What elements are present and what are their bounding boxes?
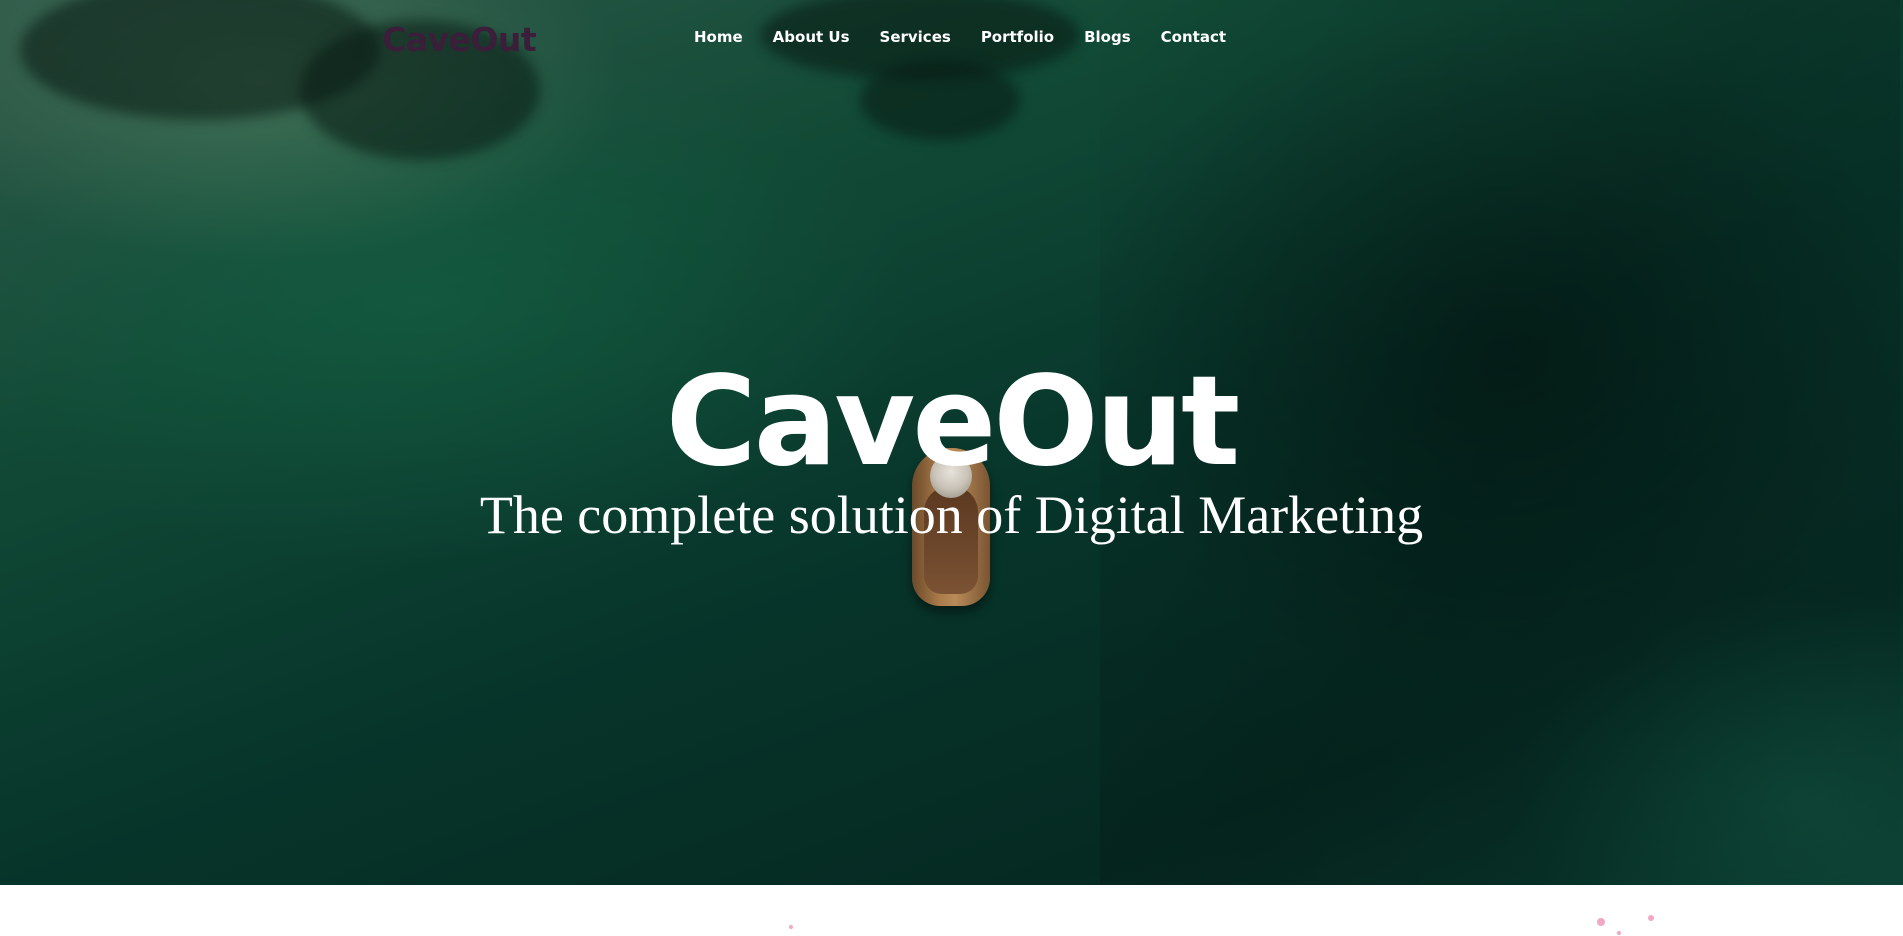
- nav-link-contact[interactable]: Contact: [1161, 28, 1226, 46]
- hero-title: CaveOut: [665, 350, 1241, 494]
- main-nav: Home About Us Services Portfolio Blogs C…: [694, 28, 1256, 46]
- nav-link-portfolio[interactable]: Portfolio: [981, 28, 1054, 46]
- decorative-dot: [1597, 918, 1605, 926]
- nav-link-services[interactable]: Services: [880, 28, 951, 46]
- site-header: CaveOut Home About Us Services Portfolio…: [0, 0, 1903, 80]
- decorative-dot: [1648, 915, 1654, 921]
- nav-link-about-us[interactable]: About Us: [773, 28, 850, 46]
- decorative-dot: [1617, 931, 1621, 935]
- nav-link-home[interactable]: Home: [694, 28, 743, 46]
- next-section: [0, 885, 1903, 936]
- site-logo[interactable]: CaveOut: [382, 20, 537, 59]
- nav-link-blogs[interactable]: Blogs: [1084, 28, 1131, 46]
- hero-section: CaveOut Home About Us Services Portfolio…: [0, 0, 1903, 885]
- decorative-dot: [789, 925, 793, 929]
- hero-subtitle: The complete solution of Digital Marketi…: [479, 485, 1424, 545]
